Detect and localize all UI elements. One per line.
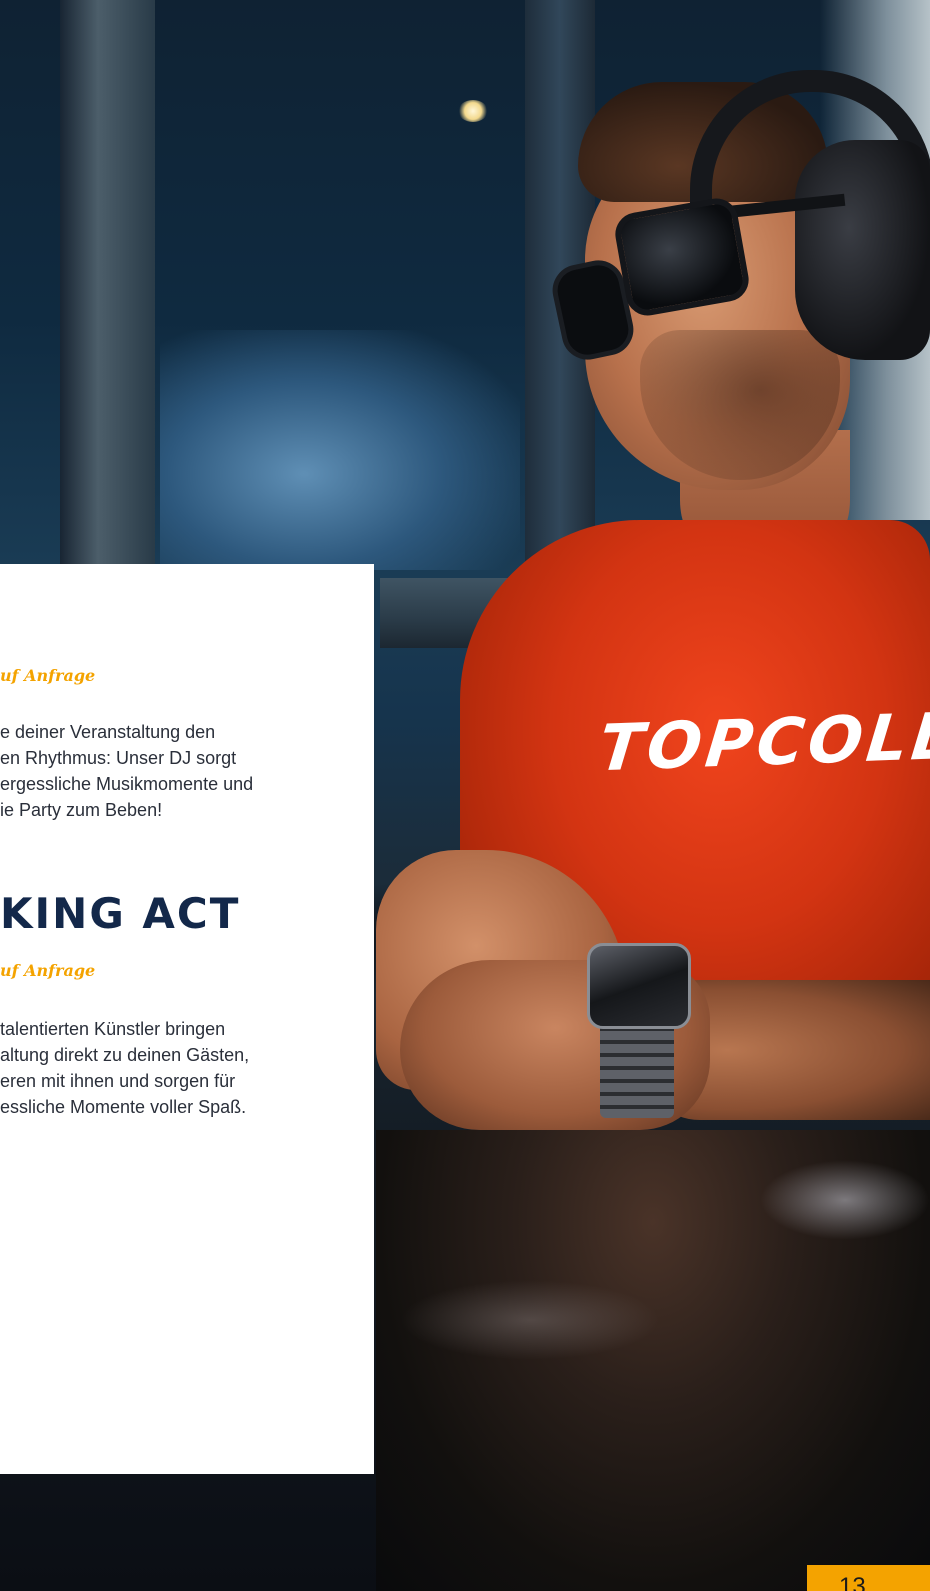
text-card: uf Anfrage e deiner Veranstaltung den en… bbox=[0, 564, 374, 1474]
page-number: 13 bbox=[839, 1573, 866, 1591]
description-line: altung direkt zu deinen Gästen, bbox=[0, 1045, 250, 1065]
dj-price-label: uf Anfrage bbox=[0, 666, 96, 685]
smartwatch-icon bbox=[587, 943, 691, 1029]
description-line: e deiner Veranstaltung den bbox=[0, 722, 216, 742]
description-line: ergessliche Musikmomente und bbox=[0, 774, 254, 794]
ceiling-lamp bbox=[458, 100, 488, 122]
walking-act-description: talentierten Künstler bringen altung dir… bbox=[0, 1016, 340, 1120]
walking-act-price-label: uf Anfrage bbox=[0, 961, 96, 980]
description-line: ie Party zum Beben! bbox=[0, 800, 163, 820]
description-line: talentierten Künstler bringen bbox=[0, 1019, 226, 1039]
description-line: eren mit ihnen und sorgen für bbox=[0, 1071, 236, 1091]
dj-description: e deiner Veranstaltung den en Rhythmus: … bbox=[0, 719, 340, 823]
desk-highlight bbox=[760, 1160, 930, 1240]
page-number-badge: 13 bbox=[807, 1565, 930, 1591]
window-frame bbox=[60, 0, 155, 600]
sunglasses-right-lens bbox=[611, 195, 753, 319]
description-line: en Rhythmus: Unser DJ sorgt bbox=[0, 748, 237, 768]
window-sky bbox=[160, 330, 520, 570]
description-line: essliche Momente voller Spaß. bbox=[0, 1097, 247, 1117]
headphones-icon bbox=[795, 140, 930, 360]
walking-act-title: KING ACT bbox=[0, 889, 241, 938]
shirt-logo: TOPCOLL bbox=[595, 699, 930, 787]
watch-band bbox=[600, 1018, 674, 1118]
desk-highlight bbox=[400, 1280, 660, 1360]
